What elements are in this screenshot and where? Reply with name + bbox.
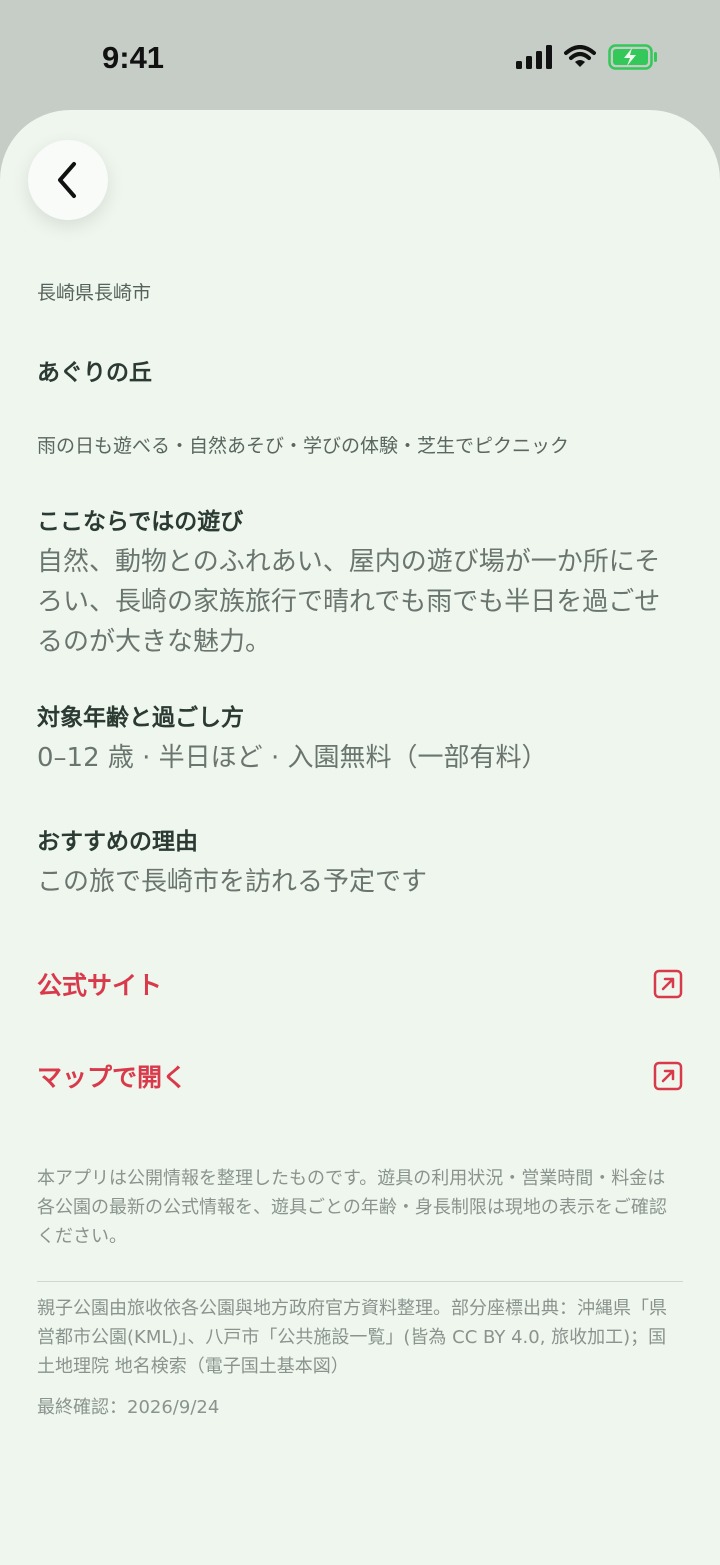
open-map-label: マップで開く bbox=[37, 1063, 188, 1092]
battery-charging-icon bbox=[608, 44, 657, 70]
official-site-label: 公式サイト bbox=[37, 971, 163, 1000]
disclaimer-text: 本アプリは公開情報を整理したものです。遊具の利用状況・営業時間・料金は各公園の最… bbox=[37, 1168, 667, 1247]
section-title: ここならではの遊び bbox=[37, 509, 244, 535]
section-unique-play: ここならではの遊び 自然、動物とのふれあい、屋内の遊び場が一か所にそろい、長崎の… bbox=[37, 502, 683, 662]
divider bbox=[37, 1281, 683, 1282]
park-name: あぐりの丘 bbox=[37, 360, 152, 386]
detail-content: 長崎県長崎市 あぐりの丘 雨の日も遊べる・自然あそび・学びの体験・芝生でピクニッ… bbox=[37, 278, 683, 1419]
section-recommendation-reason: おすすめの理由 この旅で長崎市を訪れる予定です bbox=[37, 822, 683, 902]
last-checked-date: 最終確認：2026/9/24 bbox=[37, 1397, 220, 1418]
credits-text: 親子公園由旅收依各公園與地方政府官方資料整理。部分座標出典：沖縄県「県営都市公園… bbox=[37, 1298, 667, 1377]
status-time: 9:41 bbox=[102, 40, 165, 75]
official-site-link[interactable]: 公式サイト bbox=[37, 960, 683, 1008]
section-age-duration: 対象年齢と過ごし方 0–12 歳 · 半日ほど · 入園無料（一部有料） bbox=[37, 698, 683, 778]
section-body: この旅で長崎市を訪れる予定です bbox=[37, 867, 428, 897]
feature-tags: 雨の日も遊べる・自然あそび・学びの体験・芝生でピクニック bbox=[37, 435, 570, 457]
open-map-link[interactable]: マップで開く bbox=[37, 1052, 683, 1100]
external-link-icon bbox=[653, 969, 683, 999]
chevron-left-icon bbox=[58, 162, 76, 198]
section-title: 対象年齢と過ごし方 bbox=[37, 705, 244, 731]
section-body: 0–12 歳 · 半日ほど · 入園無料（一部有料） bbox=[37, 743, 548, 773]
location-text: 長崎県長崎市 bbox=[37, 282, 152, 304]
external-link-icon bbox=[653, 1061, 683, 1091]
section-body: 自然、動物とのふれあい、屋内の遊び場が一か所にそろい、長崎の家族旅行で晴れでも雨… bbox=[37, 547, 661, 657]
back-button[interactable] bbox=[28, 140, 108, 220]
wifi-icon bbox=[564, 45, 596, 67]
status-bar: 9:41 bbox=[0, 0, 720, 112]
section-title: おすすめの理由 bbox=[37, 829, 198, 855]
status-icons bbox=[516, 44, 658, 70]
detail-sheet: 長崎県長崎市 あぐりの丘 雨の日も遊べる・自然あそび・学びの体験・芝生でピクニッ… bbox=[0, 110, 720, 1565]
cellular-signal-icon bbox=[516, 45, 552, 69]
